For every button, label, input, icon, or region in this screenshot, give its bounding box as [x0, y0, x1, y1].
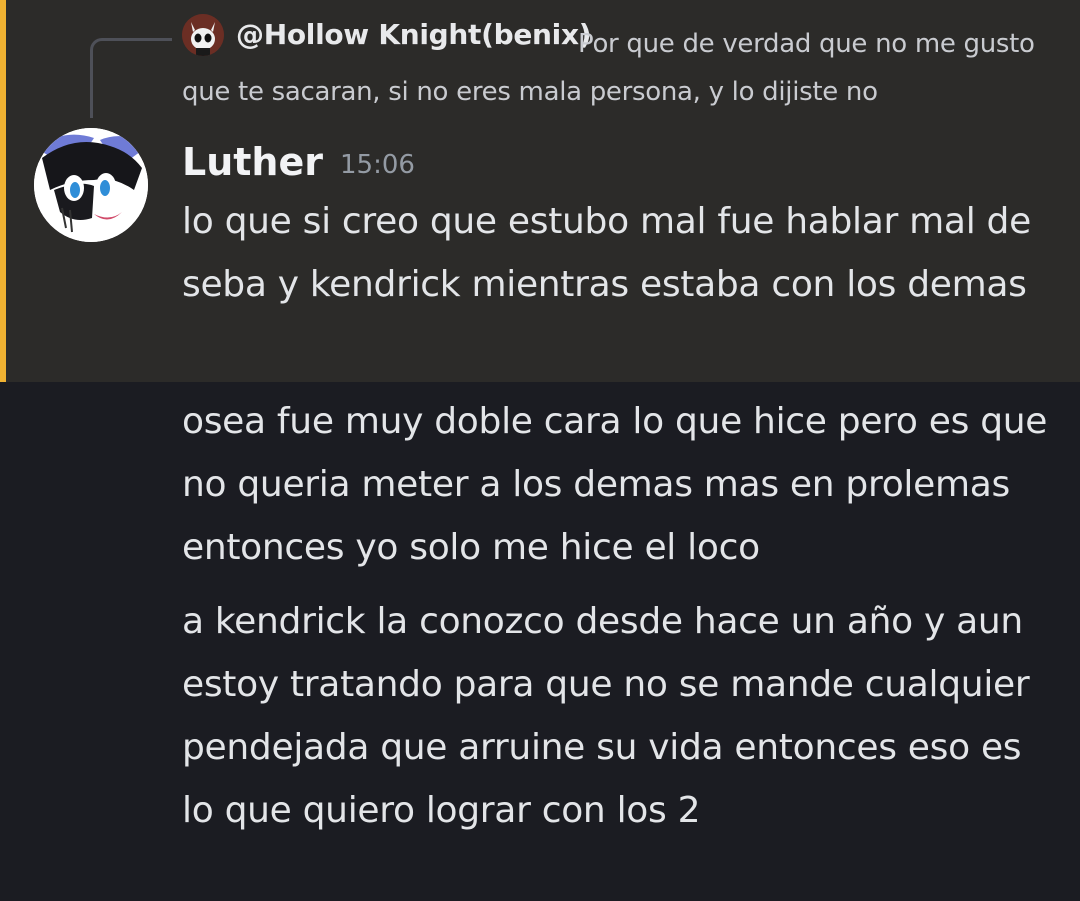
- reply-preview-text[interactable]: Por que de verdad que no me gusto que te…: [182, 20, 1042, 116]
- mention-highlight-bar: [0, 0, 6, 382]
- message-author-name[interactable]: Luther: [182, 140, 323, 184]
- message-timestamp: 15:06: [340, 150, 415, 180]
- message-text-3: a kendrick la conozco desde hace un año …: [182, 601, 1030, 831]
- reply-connector-line: [90, 38, 172, 118]
- luther-avatar-icon[interactable]: [34, 128, 148, 242]
- message-text-2: osea fue muy doble cara lo que hice pero…: [182, 401, 1048, 568]
- message-text-1: lo que si creo que estubo mal fue hablar…: [182, 201, 1031, 305]
